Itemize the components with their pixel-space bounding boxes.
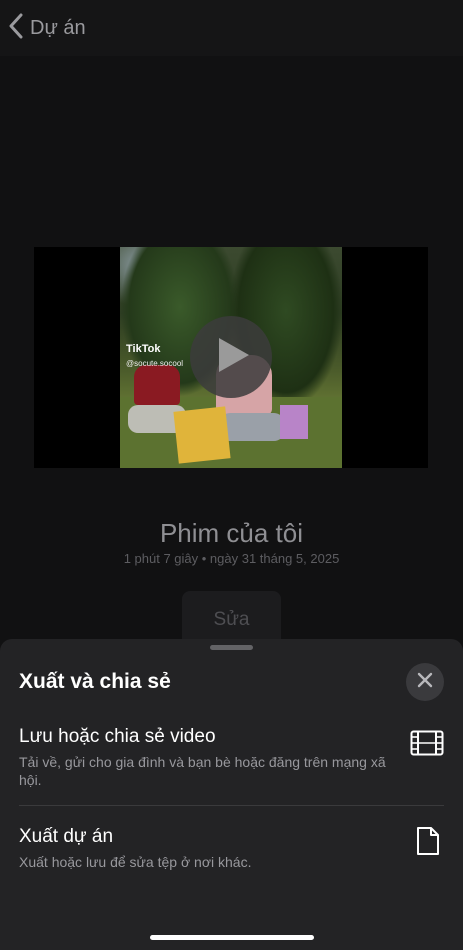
video-thumbnail: TikTok @socute.socool [120,247,342,468]
export-share-sheet: Xuất và chia sẻ Lưu hoặc chia sẻ video T… [0,639,463,950]
option-title: Xuất dự án [19,826,114,847]
sheet-grabber[interactable] [210,645,253,650]
tiktok-username: @socute.socool [126,359,184,368]
top-nav-bar: Dự án [0,0,463,57]
play-icon [211,336,251,379]
project-title: Phim của tôi [159,518,304,548]
back-label: Dự án [30,16,86,39]
document-icon [416,826,440,861]
option-description: Tải về, gửi cho gia đình và bạn bè hoặc … [19,754,386,788]
project-meta: 1 phút 7 giây • ngày 31 tháng 5, 2025 [123,551,340,566]
sheet-title: Xuất và chia sẻ [19,670,171,693]
close-icon [417,672,433,693]
option-description: Xuất hoặc lưu để sửa tệp ở nơi khác. [19,854,252,870]
save-share-video-option[interactable]: Lưu hoặc chia sẻ video Tải về, gửi cho g… [19,726,444,789]
home-indicator[interactable] [150,935,314,940]
close-button[interactable] [406,663,444,701]
film-icon [410,730,444,761]
play-button[interactable] [190,316,272,398]
video-preview[interactable]: TikTok @socute.socool [34,247,428,468]
back-button[interactable]: Dự án [8,13,86,44]
option-title: Lưu hoặc chia sẻ video [19,726,216,747]
chevron-left-icon [8,13,24,44]
export-project-option[interactable]: Xuất dự án Xuất hoặc lưu để sửa tệp ở nơ… [19,826,444,871]
divider [19,805,444,806]
tiktok-watermark: TikTok [126,343,161,355]
